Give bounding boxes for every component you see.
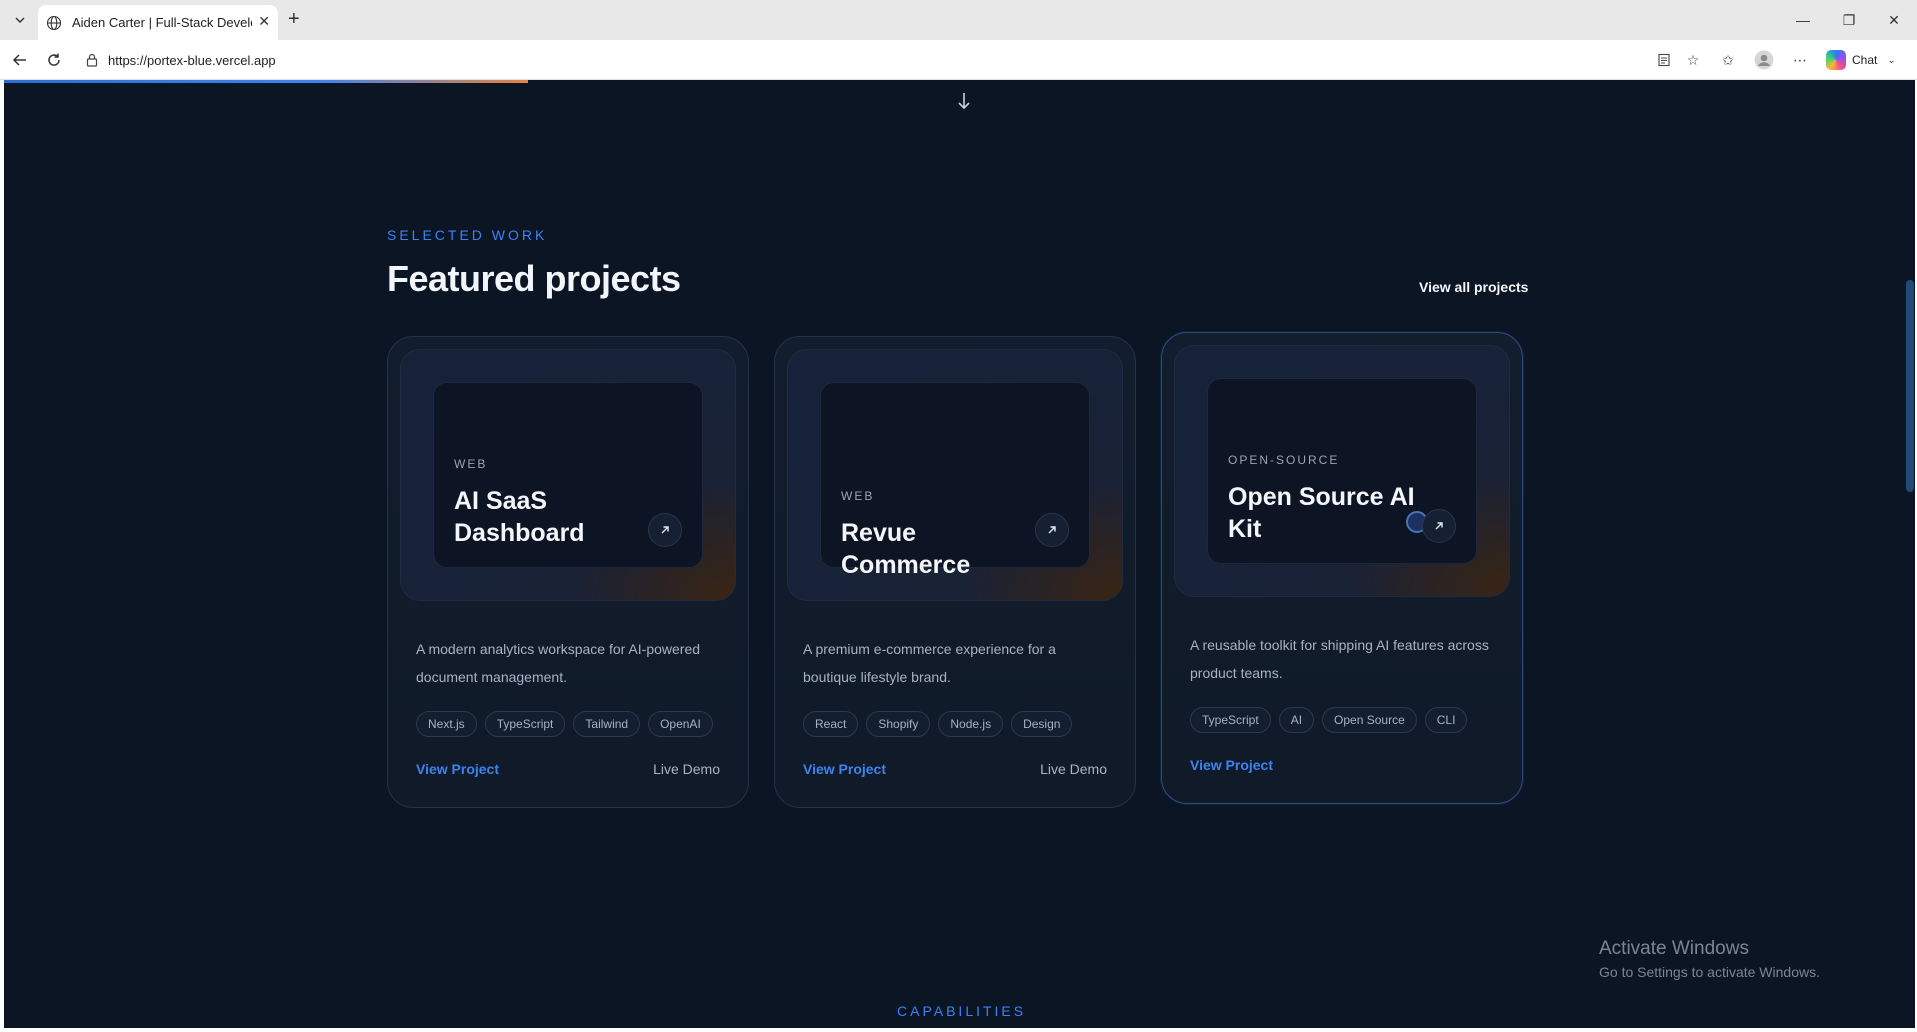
arrow-up-right-icon <box>661 526 669 534</box>
chat-label: Chat <box>1852 53 1878 67</box>
project-media: WEB AI SaaS Dashboard <box>400 349 736 601</box>
back-button[interactable] <box>8 48 32 72</box>
project-category: WEB <box>454 457 488 471</box>
project-tags: React Shopify Node.js Design <box>803 711 1073 737</box>
tech-tag: Open Source <box>1322 707 1417 733</box>
favorites-icon[interactable]: ✩ <box>1718 50 1738 70</box>
section-title: Featured projects <box>387 258 681 299</box>
close-icon[interactable]: ✕ <box>258 13 270 30</box>
tech-tag: CLI <box>1424 707 1468 733</box>
profile-icon[interactable] <box>1754 50 1774 70</box>
open-project-button[interactable] <box>1422 509 1456 543</box>
arrow-down-icon[interactable] <box>954 90 974 112</box>
chevron-down-icon <box>15 17 25 23</box>
project-card[interactable]: OPEN-SOURCE Open Source AI Kit A reusabl… <box>1161 332 1523 804</box>
more-icon[interactable]: ⋯ <box>1790 50 1810 70</box>
plus-icon[interactable]: + <box>288 8 300 30</box>
project-category: WEB <box>841 489 875 503</box>
project-media: OPEN-SOURCE Open Source AI Kit <box>1174 345 1510 597</box>
open-project-button[interactable] <box>1035 513 1069 547</box>
project-card[interactable]: WEB AI SaaS Dashboard A modern analytics… <box>387 336 749 808</box>
project-title: Revue Commerce <box>841 519 971 579</box>
url-input[interactable]: https://portex-blue.vercel.app <box>76 46 1686 74</box>
project-title: AI SaaS Dashboard <box>454 487 585 547</box>
lock-icon[interactable] <box>84 52 100 68</box>
tech-tag: AI <box>1278 707 1315 733</box>
project-tags: TypeScript AI Open Source CLI <box>1190 707 1468 733</box>
project-category: OPEN-SOURCE <box>1228 453 1340 467</box>
copilot-icon <box>1826 50 1846 70</box>
refresh-icon <box>48 53 60 66</box>
project-title: Open Source AI Kit <box>1228 483 1415 543</box>
arrow-up-right-icon <box>1048 526 1056 534</box>
project-preview: OPEN-SOURCE Open Source AI Kit <box>1207 378 1477 564</box>
arrow-up-right-icon <box>1435 522 1443 530</box>
minimize-icon[interactable]: — <box>1780 6 1826 34</box>
url-text: https://portex-blue.vercel.app <box>108 52 276 68</box>
view-all-projects-link[interactable]: View all projects <box>1419 279 1528 295</box>
tech-tag: Next.js <box>416 711 477 737</box>
live-demo-link[interactable]: Live Demo <box>1040 761 1107 777</box>
tech-tag: Shopify <box>866 711 931 737</box>
project-description: A reusable toolkit for shipping AI featu… <box>1190 637 1489 681</box>
capabilities-eyebrow: CAPABILITIES <box>897 1003 1027 1019</box>
project-tags: Next.js TypeScript Tailwind OpenAI <box>416 711 713 737</box>
project-description: A modern analytics workspace for AI-powe… <box>416 641 701 685</box>
browser-tab-bar: Aiden Carter | Full-Stack Developer ✕ + … <box>0 0 1917 40</box>
page-viewport: SELECTED WORK Featured projects View all… <box>4 80 1915 1028</box>
browser-tab[interactable]: Aiden Carter | Full-Stack Developer ✕ <box>38 5 278 40</box>
chat-button[interactable]: Chat ⌄ <box>1826 48 1896 72</box>
project-preview: WEB Revue Commerce <box>820 382 1090 579</box>
tech-tag: TypeScript <box>484 711 566 737</box>
project-card[interactable]: WEB Revue Commerce A premium e-commerce … <box>774 336 1136 808</box>
restore-icon[interactable]: ❐ <box>1826 6 1872 34</box>
refresh-button[interactable] <box>42 48 66 72</box>
view-project-link[interactable]: View Project <box>803 761 886 777</box>
tech-tag: Tailwind <box>573 711 641 737</box>
reader-icon[interactable] <box>1654 50 1674 70</box>
project-media: WEB Revue Commerce <box>787 349 1123 601</box>
star-icon[interactable]: ☆ <box>1683 50 1703 70</box>
arrow-left-icon <box>12 54 26 66</box>
open-project-button[interactable] <box>648 513 682 547</box>
tech-tag: Design <box>1011 711 1073 737</box>
chevron-down-icon[interactable]: ⌄ <box>1887 55 1895 66</box>
windows-activation-watermark: Activate Windows Go to Settings to activ… <box>1599 938 1820 980</box>
view-project-link[interactable]: View Project <box>416 761 499 777</box>
window-close-icon[interactable]: ✕ <box>1871 6 1917 34</box>
live-demo-link[interactable]: Live Demo <box>653 761 720 777</box>
view-project-link[interactable]: View Project <box>1190 757 1273 773</box>
tech-tag: React <box>803 711 859 737</box>
scroll-progress-bar <box>4 80 528 83</box>
tab-list-button[interactable] <box>8 8 32 32</box>
section-eyebrow: SELECTED WORK <box>387 227 548 243</box>
address-bar: https://portex-blue.vercel.app ☆ ✩ ⋯ Cha… <box>0 40 1917 80</box>
tech-tag: TypeScript <box>1190 707 1271 733</box>
tech-tag: OpenAI <box>648 711 713 737</box>
scrollbar[interactable] <box>1905 80 1915 1028</box>
watermark-subtitle: Go to Settings to activate Windows. <box>1599 964 1820 980</box>
watermark-title: Activate Windows <box>1599 938 1749 959</box>
scrollbar-thumb[interactable] <box>1906 280 1914 492</box>
tech-tag: Node.js <box>938 711 1004 737</box>
project-description: A premium e-commerce experience for a bo… <box>803 641 1056 685</box>
project-preview: WEB AI SaaS Dashboard <box>433 382 703 568</box>
globe-icon <box>46 15 62 30</box>
tab-title: Aiden Carter | Full-Stack Developer <box>72 15 252 30</box>
